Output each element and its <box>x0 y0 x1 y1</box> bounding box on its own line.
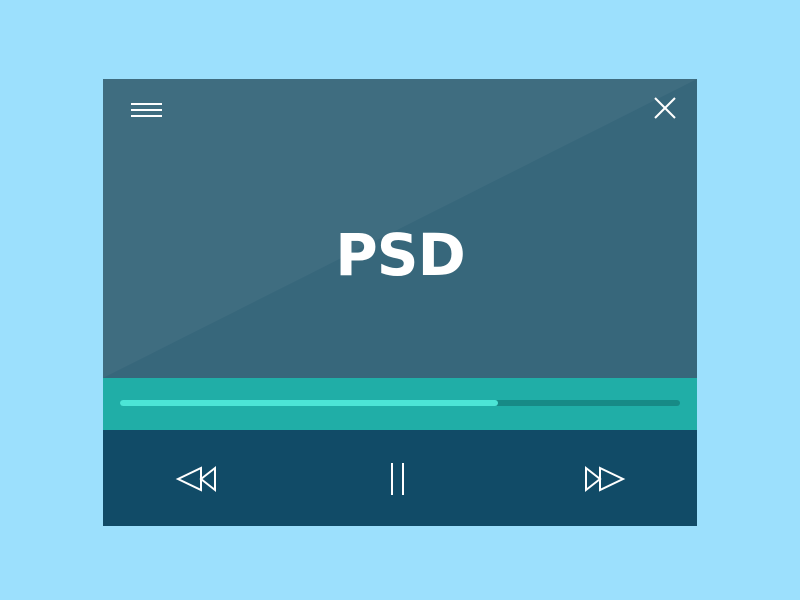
progress-fill <box>120 400 498 406</box>
rewind-button[interactable] <box>171 454 227 504</box>
playback-controls <box>103 430 697 526</box>
media-player: PSD <box>103 79 697 526</box>
media-title: PSD <box>335 221 465 289</box>
progress-bar[interactable] <box>120 400 680 406</box>
close-icon <box>654 97 676 119</box>
pause-button[interactable] <box>371 454 427 504</box>
rewind-icon <box>175 465 216 493</box>
fast-forward-icon <box>585 465 626 493</box>
video-screen[interactable]: PSD <box>103 79 697 378</box>
close-button[interactable] <box>647 93 683 123</box>
fast-forward-button[interactable] <box>581 454 637 504</box>
menu-button[interactable] <box>127 97 167 123</box>
pause-icon <box>391 463 404 495</box>
progress-area <box>103 378 697 430</box>
